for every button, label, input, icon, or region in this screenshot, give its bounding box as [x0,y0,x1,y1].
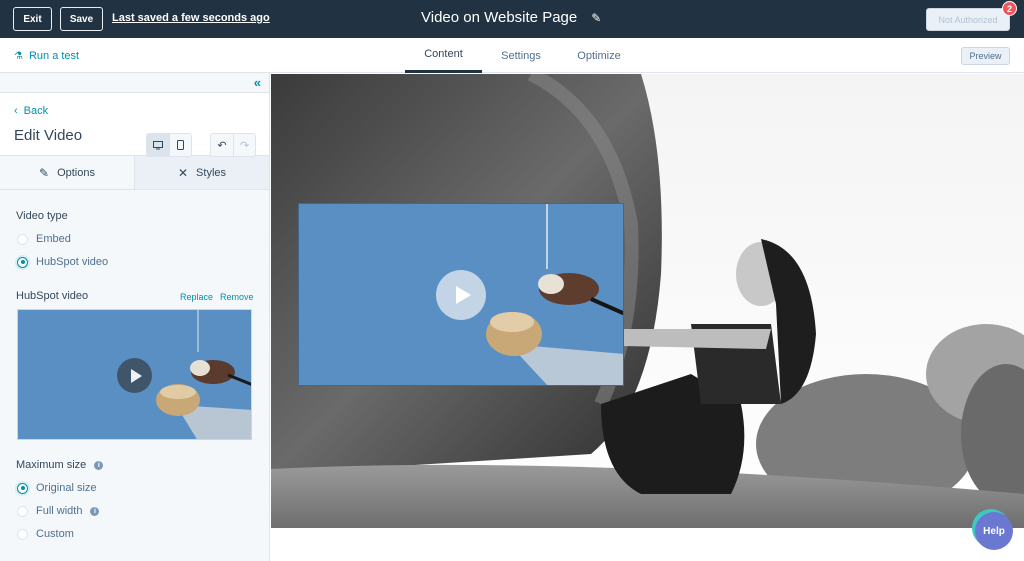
sub-nav: ⚗ Run a test Content Settings Optimize P… [0,38,1024,73]
radio-original-size-label: Original size [36,482,97,494]
undo-button[interactable]: ↶ [211,134,233,156]
panel-title: Edit Video [14,127,83,144]
play-button-icon[interactable] [436,270,486,320]
radio-hubspot-video[interactable]: HubSpot video [17,256,108,268]
radio-custom[interactable]: Custom [17,528,74,540]
radio-embed-label: Embed [36,233,71,245]
tab-styles-label: Styles [196,166,227,179]
info-icon[interactable]: i [94,460,104,470]
page-content-below [271,528,1024,561]
device-toggle [146,133,192,157]
run-a-test-link[interactable]: ⚗ Run a test [14,50,79,62]
desktop-view-button[interactable] [147,134,169,156]
remove-link[interactable]: Remove [220,292,254,302]
last-saved-link[interactable]: Last saved a few seconds ago [112,12,270,24]
page-preview-canvas[interactable] [271,74,1024,528]
desktop-icon [153,140,163,149]
edit-title-pencil-icon[interactable]: ✎ [591,11,601,25]
radio-original-size[interactable]: Original size [17,482,97,494]
tab-optimize[interactable]: Optimize [560,38,638,73]
tab-options[interactable]: ✎ Options [0,156,134,189]
chevron-left-icon: ‹ [14,105,18,117]
radio-hubspot-video-label: HubSpot video [36,256,109,268]
preview-button[interactable]: Preview [961,47,1010,65]
radio-embed-circle[interactable] [17,233,28,245]
flask-icon: ⚗ [14,50,23,62]
play-icon[interactable] [117,358,152,393]
radio-original-size-circle[interactable] [17,482,28,494]
tab-content[interactable]: Content [405,38,482,73]
max-size-label: Maximum size [16,459,87,471]
redo-icon: ↷ [239,139,250,152]
hubspot-video-label: HubSpot video [16,290,89,302]
panel-tabs: ✎ Options ✕ Styles [0,156,269,190]
radio-custom-circle[interactable] [17,528,28,540]
collapse-panel-icon[interactable]: « [254,75,261,90]
tab-styles[interactable]: ✕ Styles [134,156,269,189]
radio-full-width[interactable]: Full width i [17,505,100,517]
undo-redo-group: ↶ ↷ [210,133,256,157]
panel-header: ‹ Back Edit Video ↶ ↷ [0,93,269,157]
redo-button[interactable]: ↷ [233,134,255,156]
back-link[interactable]: ‹ Back [14,105,48,117]
radio-custom-label: Custom [36,528,74,540]
editor-tabs: Content Settings Optimize [405,38,638,73]
brush-icon: ✕ [177,165,189,180]
max-size-section: Maximum size i [16,459,104,471]
page-title: Video on Website Page ✎ [421,9,601,26]
tab-options-label: Options [57,166,95,179]
replace-link[interactable]: Replace [180,292,213,302]
run-a-test-label: Run a test [28,50,80,62]
notification-badge: 2 [1002,1,1017,16]
save-button[interactable]: Save [60,7,103,31]
radio-embed[interactable]: Embed [17,233,71,245]
not-authorized-button[interactable]: Not Authorized [926,8,1010,31]
exit-button[interactable]: Exit [13,7,52,31]
radio-full-width-label: Full width [36,505,83,517]
mobile-view-button[interactable] [169,134,191,156]
help-button[interactable]: Help [975,512,1013,550]
radio-hubspot-video-circle[interactable] [17,256,28,268]
undo-icon: ↶ [217,139,227,152]
video-thumbnail[interactable] [17,309,252,440]
mobile-icon [177,140,184,150]
back-label: Back [23,105,49,117]
page-title-text: Video on Website Page [421,9,578,26]
tab-settings[interactable]: Settings [482,38,560,73]
top-bar: Exit Save Last saved a few seconds ago V… [0,0,1024,38]
pencil-icon: ✎ [39,165,50,180]
info-icon[interactable]: i [90,506,100,516]
radio-full-width-circle[interactable] [17,505,28,517]
video-module[interactable] [298,203,624,386]
video-type-label: Video type [16,210,68,222]
collapse-bar: « [0,73,269,93]
